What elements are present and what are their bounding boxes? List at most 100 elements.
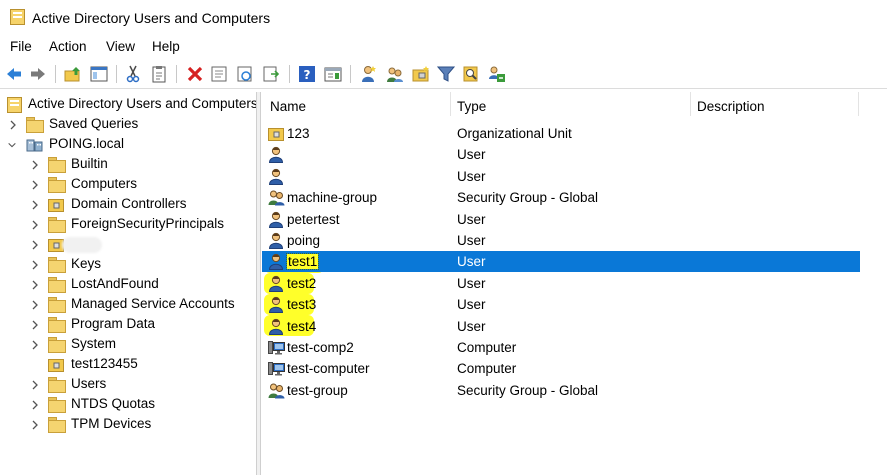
title-bar: Active Directory Users and Computers <box>0 0 887 34</box>
cut-icon[interactable] <box>124 65 142 83</box>
tree-item-domain[interactable]: POING.local <box>0 135 256 155</box>
list-item-type: User <box>457 297 486 312</box>
user-icon <box>268 168 285 185</box>
tree-item-managed-service-accounts[interactable]: Managed Service Accounts <box>0 295 256 315</box>
tree-item-ntds-quotas[interactable]: NTDS Quotas <box>0 395 256 415</box>
user-icon <box>268 296 285 313</box>
show-hide-tree-icon[interactable] <box>90 65 108 83</box>
delete-icon[interactable] <box>186 65 204 83</box>
column-divider[interactable] <box>690 92 691 116</box>
tree-item-test123455[interactable]: test123455 <box>0 355 256 375</box>
refresh-icon[interactable] <box>236 65 254 83</box>
copy-icon[interactable] <box>150 65 168 83</box>
column-header-type[interactable]: Type <box>457 92 486 116</box>
new-group-icon[interactable] <box>386 65 404 83</box>
chevron-right-icon[interactable] <box>30 319 40 331</box>
chevron-right-icon[interactable] <box>30 199 40 211</box>
chevron-right-icon[interactable] <box>30 419 40 431</box>
chevron-right-icon[interactable] <box>8 119 18 131</box>
list-item[interactable]: test2 User <box>262 273 860 294</box>
list-item[interactable]: test-computer Computer <box>262 358 860 379</box>
tree-item-redacted-ou[interactable] <box>0 235 256 255</box>
export-list-icon[interactable] <box>262 65 280 83</box>
list-item-name: test-group <box>287 383 348 398</box>
properties-icon[interactable] <box>210 65 228 83</box>
find-icon[interactable] <box>462 65 480 83</box>
new-user-icon[interactable] <box>360 65 378 83</box>
tree-item-computers[interactable]: Computers <box>0 175 256 195</box>
tree-root-label: Active Directory Users and Computers <box>28 96 256 111</box>
list-item[interactable]: poing User <box>262 230 860 251</box>
list-item[interactable]: test-group Security Group - Global <box>262 380 860 401</box>
user-icon <box>268 146 285 163</box>
list-item[interactable]: petertest User <box>262 209 860 230</box>
tree-root[interactable]: Active Directory Users and Computers <box>0 95 256 115</box>
list-item[interactable]: 123 Organizational Unit <box>262 123 860 144</box>
chevron-right-icon[interactable] <box>30 279 40 291</box>
list-item[interactable]: test3 User <box>262 294 860 315</box>
back-arrow-icon[interactable] <box>5 65 23 83</box>
toolbar-separator <box>55 65 56 83</box>
menu-view[interactable]: View <box>106 39 135 54</box>
list-item-name: test1 <box>285 253 320 270</box>
chevron-right-icon[interactable] <box>30 399 40 411</box>
new-ou-icon[interactable] <box>412 65 430 83</box>
column-divider[interactable] <box>858 92 859 116</box>
chevron-right-icon[interactable] <box>30 239 40 251</box>
list-item[interactable]: machine-group Security Group - Global <box>262 187 860 208</box>
list-item-type: Security Group - Global <box>457 383 599 398</box>
list-item-type: User <box>457 233 486 248</box>
redaction-blur <box>62 237 102 253</box>
chevron-right-icon[interactable] <box>30 159 40 171</box>
help-icon[interactable]: ? <box>298 65 316 83</box>
chevron-right-icon[interactable] <box>30 379 40 391</box>
chevron-right-icon[interactable] <box>30 299 40 311</box>
list-item[interactable]: test-comp2 Computer <box>262 337 860 358</box>
column-header-name[interactable]: Name <box>270 92 306 116</box>
chevron-right-icon[interactable] <box>30 219 40 231</box>
computer-icon <box>268 339 285 356</box>
folder-icon <box>48 157 66 173</box>
list-item[interactable]: test4 User <box>262 316 860 337</box>
tree-item-program-data[interactable]: Program Data <box>0 315 256 335</box>
tree-item-users[interactable]: Users <box>0 375 256 395</box>
tree-pane: Active Directory Users and Computers Sav… <box>0 92 256 475</box>
tree-item-keys[interactable]: Keys <box>0 255 256 275</box>
details-view-icon[interactable] <box>324 65 342 83</box>
menu-help[interactable]: Help <box>152 39 180 54</box>
forward-arrow-icon[interactable] <box>29 65 47 83</box>
tree-item-label: Users <box>71 376 107 391</box>
list-item-type: User <box>457 254 486 269</box>
chevron-down-icon[interactable] <box>7 139 17 151</box>
tree-item-builtin[interactable]: Builtin <box>0 155 256 175</box>
chevron-right-icon[interactable] <box>30 179 40 191</box>
folder-icon <box>48 297 66 313</box>
chevron-right-icon[interactable] <box>30 339 40 351</box>
tree-item-saved-queries[interactable]: Saved Queries <box>0 115 256 135</box>
column-divider[interactable] <box>450 92 451 116</box>
filter-icon[interactable] <box>437 65 455 83</box>
tree-item-system[interactable]: System <box>0 335 256 355</box>
menu-action[interactable]: Action <box>49 39 87 54</box>
list-item-name: machine-group <box>287 190 378 205</box>
tree-item-tpm-devices[interactable]: TPM Devices <box>0 415 256 435</box>
menu-file[interactable]: File <box>10 39 32 54</box>
tree-item-domain-controllers[interactable]: Domain Controllers <box>0 195 256 215</box>
list-item[interactable]: User <box>262 144 860 165</box>
domain-icon <box>26 137 43 152</box>
up-folder-icon[interactable] <box>64 65 82 83</box>
tree-item-label: Computers <box>71 176 138 191</box>
list-item[interactable]: User <box>262 166 860 187</box>
list-item-type: User <box>457 319 486 334</box>
delegate-control-icon[interactable] <box>488 65 506 83</box>
tree-item-lost-and-found[interactable]: LostAndFound <box>0 275 256 295</box>
user-icon <box>268 211 285 228</box>
chevron-right-icon[interactable] <box>30 259 40 271</box>
list-item[interactable]: test1 User <box>262 251 860 272</box>
ad-console-icon <box>7 97 24 113</box>
list-item-name: test-comp2 <box>287 340 354 355</box>
tree-item-foreign-security-principals[interactable]: ForeignSecurityPrincipals <box>0 215 256 235</box>
ou-icon <box>48 197 65 212</box>
column-header-description[interactable]: Description <box>697 92 765 116</box>
pane-splitter[interactable] <box>256 92 261 475</box>
